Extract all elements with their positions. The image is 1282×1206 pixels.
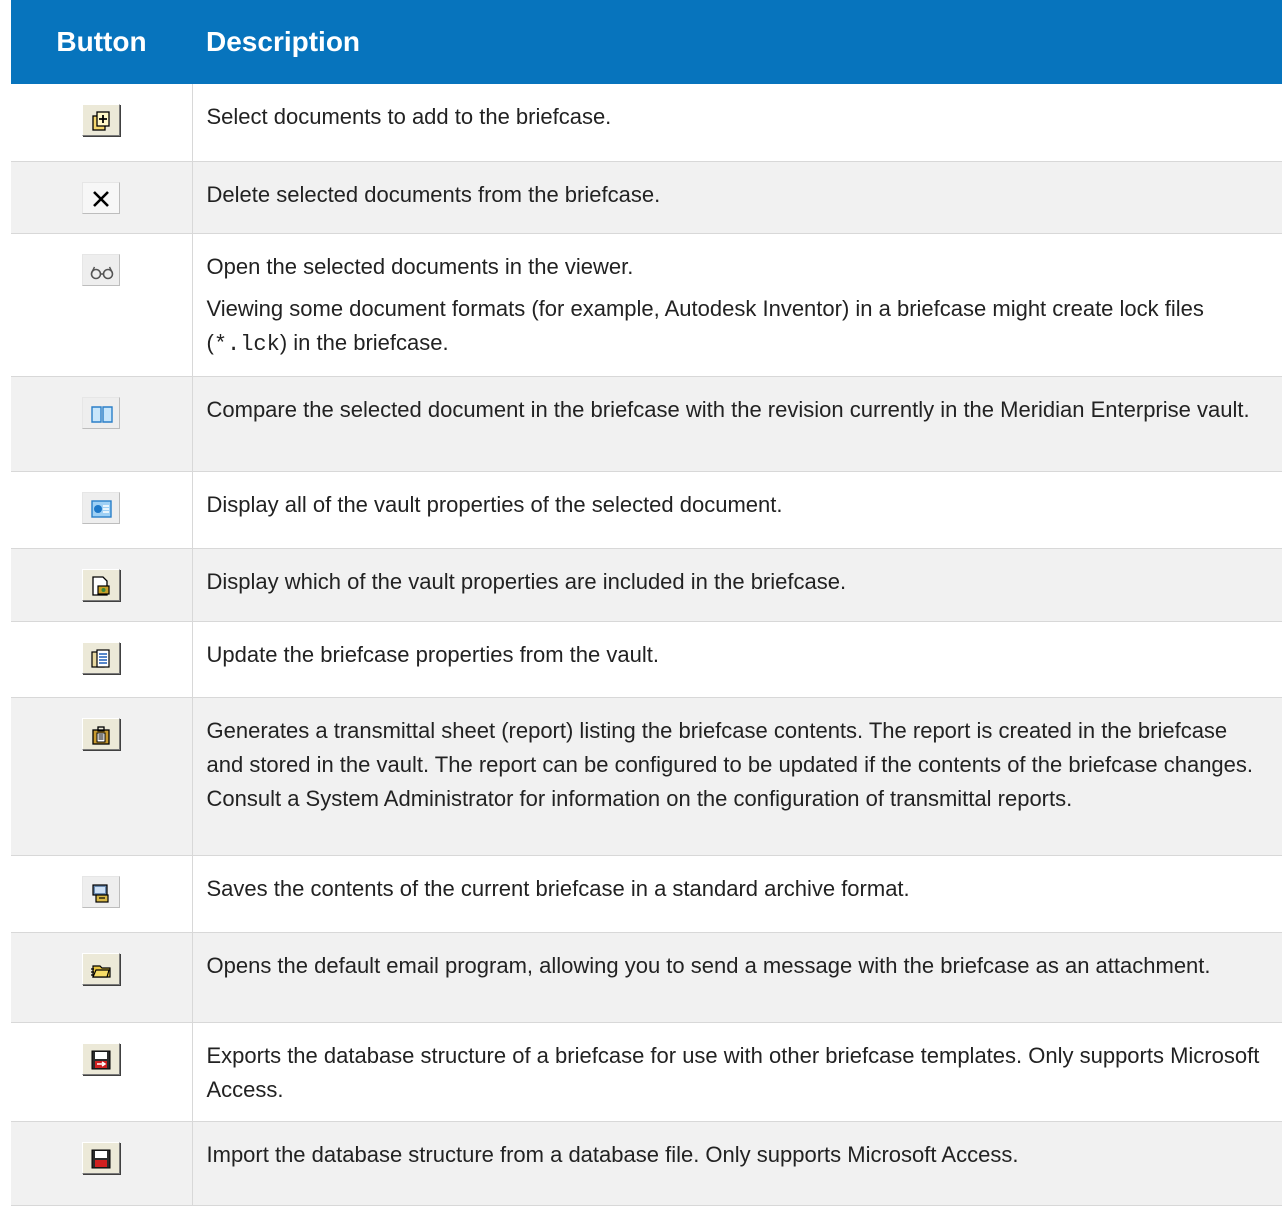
button-cell	[11, 621, 193, 698]
button-cell	[11, 1121, 193, 1206]
description-text: Open the selected documents in the viewe…	[206, 253, 634, 279]
description-note-suffix: ) in the briefcase.	[279, 329, 449, 355]
description-text: Import the database structure from a dat…	[206, 1141, 1019, 1167]
import-database-button[interactable]	[82, 1141, 121, 1174]
description-text: Delete selected documents from the brief…	[206, 181, 661, 207]
button-cell	[11, 548, 193, 622]
description-text: Exports the database structure of a brie…	[206, 1042, 1260, 1102]
button-cell	[11, 855, 193, 933]
briefcase-properties-icon	[92, 575, 110, 596]
description-cell: Compare the selected document in the bri…	[192, 376, 1282, 472]
description-cell: Generates a transmittal sheet (report) l…	[192, 697, 1282, 856]
table-row: Compare the selected document in the bri…	[11, 376, 1282, 472]
send-email-button[interactable]	[82, 952, 121, 985]
add-document-icon	[92, 111, 110, 131]
archive-save-icon	[92, 883, 109, 903]
description-cell: Opens the default email program, allowin…	[192, 932, 1282, 1023]
briefcase-properties-button[interactable]	[82, 568, 121, 601]
properties-button[interactable]	[82, 491, 121, 524]
button-cell	[11, 233, 193, 377]
description-cell: Delete selected documents from the brief…	[192, 161, 1282, 234]
description-text: Display which of the vault properties ar…	[206, 568, 847, 594]
header-button: Button	[11, 0, 192, 84]
table-row: Display which of the vault properties ar…	[11, 548, 1282, 622]
properties-icon	[91, 499, 112, 518]
button-cell	[11, 471, 193, 549]
description-text: Update the briefcase properties from the…	[206, 641, 659, 667]
lock-file-pattern: *.lck	[213, 331, 280, 357]
import-database-icon	[91, 1149, 111, 1168]
table-header-row: Button Description	[11, 0, 1282, 84]
button-cell	[11, 932, 193, 1023]
button-cell	[11, 161, 193, 234]
button-description-table: Button Description Select documents to a…	[11, 0, 1282, 1206]
description-cell: Open the selected documents in the viewe…	[192, 233, 1282, 377]
delete-x-icon	[93, 190, 110, 207]
description-cell: Update the briefcase properties from the…	[192, 621, 1282, 698]
description-cell: Display all of the vault properties of t…	[192, 471, 1282, 549]
transmittal-report-icon	[92, 725, 110, 745]
table-row: Opens the default email program, allowin…	[11, 932, 1282, 1023]
description-cell: Saves the contents of the current briefc…	[192, 855, 1282, 933]
transmittal-report-button[interactable]	[82, 717, 121, 750]
table-row: Exports the database structure of a brie…	[11, 1022, 1282, 1122]
add-documents-button[interactable]	[82, 104, 121, 136]
description-cell: Import the database structure from a dat…	[192, 1121, 1282, 1206]
update-properties-button[interactable]	[82, 641, 121, 674]
description-text: Select documents to add to the briefcase…	[206, 104, 612, 129]
header-description: Description	[192, 0, 1282, 84]
table-row: Select documents to add to the briefcase…	[11, 84, 1282, 162]
table-row: Display all of the vault properties of t…	[11, 471, 1282, 549]
button-cell	[11, 376, 193, 472]
table-row: Saves the contents of the current briefc…	[11, 855, 1282, 933]
table-row: Generates a transmittal sheet (report) l…	[11, 697, 1282, 856]
description-cell: Display which of the vault properties ar…	[192, 548, 1282, 622]
description-text: Compare the selected document in the bri…	[206, 396, 1250, 422]
view-button[interactable]	[82, 253, 121, 286]
glasses-viewer-icon	[90, 266, 114, 279]
description-text: Generates a transmittal sheet (report) l…	[206, 717, 1254, 811]
compare-book-icon	[91, 405, 113, 423]
button-description-table-wrapper: Button Description Select documents to a…	[11, 0, 1282, 1206]
save-archive-button[interactable]	[82, 875, 121, 908]
description-note: Viewing some document formats (for examp…	[207, 292, 1269, 362]
button-cell	[11, 1022, 193, 1122]
button-cell	[11, 697, 193, 856]
description-text: Opens the default email program, allowin…	[206, 952, 1211, 978]
update-properties-icon	[91, 648, 110, 668]
export-database-button[interactable]	[82, 1042, 121, 1075]
table-row: Import the database structure from a dat…	[11, 1121, 1282, 1206]
button-cell	[11, 84, 193, 162]
description-cell: Exports the database structure of a brie…	[192, 1022, 1282, 1122]
description-text: Display all of the vault properties of t…	[206, 491, 783, 517]
description-cell: Select documents to add to the briefcase…	[192, 84, 1282, 162]
email-send-icon	[91, 964, 111, 978]
compare-button[interactable]	[82, 396, 121, 429]
export-database-icon	[91, 1050, 111, 1069]
table-row: Open the selected documents in the viewe…	[11, 233, 1282, 377]
delete-button[interactable]	[82, 181, 121, 214]
table-row: Delete selected documents from the brief…	[11, 161, 1282, 234]
table-row: Update the briefcase properties from the…	[11, 621, 1282, 698]
description-text: Saves the contents of the current briefc…	[206, 875, 910, 901]
